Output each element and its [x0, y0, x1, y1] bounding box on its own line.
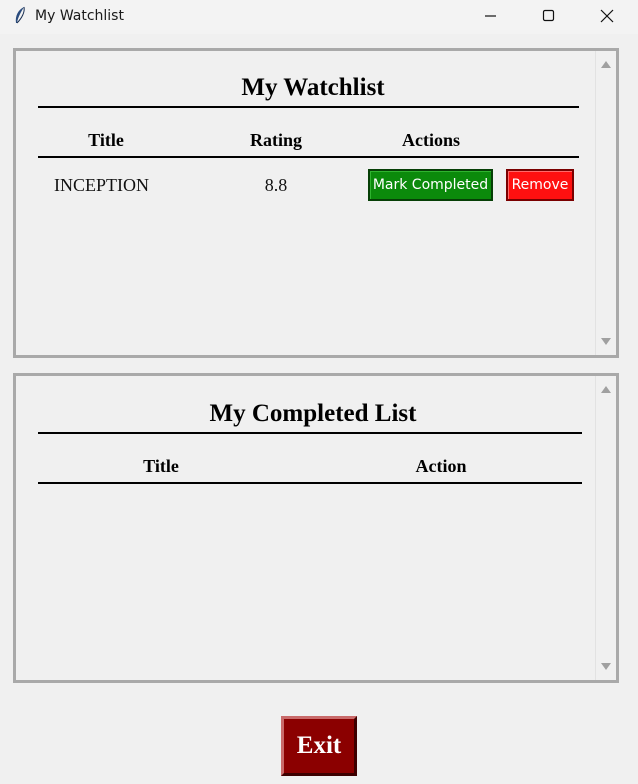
remove-button[interactable]: Remove	[506, 169, 574, 201]
window-title: My Watchlist	[35, 8, 124, 24]
scroll-up-arrow-icon[interactable]	[601, 386, 611, 393]
watchlist-panel: My Watchlist Title Rating Actions INCEPT…	[13, 48, 619, 358]
header-divider	[38, 482, 582, 484]
header-divider	[38, 156, 579, 158]
scroll-down-arrow-icon[interactable]	[601, 663, 611, 670]
close-icon	[600, 9, 614, 23]
completed-heading: My Completed List	[209, 400, 417, 427]
exit-button[interactable]: Exit	[281, 716, 357, 776]
column-action: Action	[415, 456, 467, 476]
column-title: Title	[88, 130, 124, 150]
watchlist-heading: My Watchlist	[241, 74, 385, 101]
minimize-button[interactable]	[462, 0, 520, 32]
scroll-up-arrow-icon[interactable]	[601, 61, 611, 68]
heading-divider	[38, 432, 582, 434]
completed-panel: My Completed List Title Action	[13, 373, 619, 683]
watchlist-scrollbar[interactable]	[595, 51, 616, 355]
minimize-icon	[485, 15, 496, 17]
close-button[interactable]	[578, 0, 636, 32]
maximize-button[interactable]	[520, 0, 578, 32]
mark-completed-button[interactable]: Mark Completed	[368, 169, 493, 201]
movie-rating: 8.8	[264, 175, 288, 195]
completed-scrollbar[interactable]	[595, 376, 616, 680]
column-title: Title	[143, 456, 179, 476]
scroll-down-arrow-icon[interactable]	[601, 338, 611, 345]
maximize-icon	[542, 9, 555, 22]
title-bar: My Watchlist	[0, 0, 638, 34]
movie-title: INCEPTION	[54, 175, 149, 195]
column-actions: Actions	[402, 130, 460, 150]
column-rating: Rating	[249, 130, 302, 150]
feather-icon	[15, 6, 25, 24]
heading-divider	[38, 106, 579, 108]
